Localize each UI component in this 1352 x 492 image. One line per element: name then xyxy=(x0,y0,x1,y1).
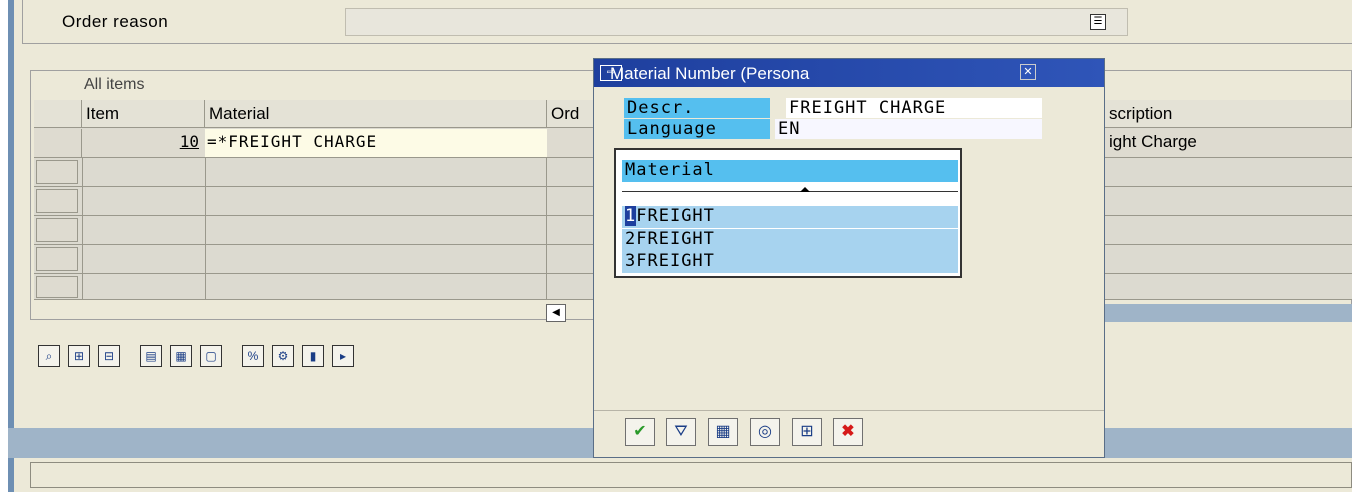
delete-row-icon[interactable]: ⊟ xyxy=(98,345,120,367)
pricing-icon[interactable]: % xyxy=(242,345,264,367)
row-selector[interactable] xyxy=(34,129,82,157)
language-value[interactable]: EN xyxy=(775,119,1042,139)
row-selector[interactable] xyxy=(36,276,78,298)
order-reason-label: Order reason xyxy=(62,12,169,31)
col-divider xyxy=(546,157,547,299)
hit-row-value: FREIGHT xyxy=(636,206,715,226)
display-icon[interactable]: ◎ xyxy=(750,418,780,446)
new-search-icon[interactable]: ▦ xyxy=(708,418,738,446)
find-icon[interactable]: ⊞ xyxy=(792,418,822,446)
hit-row-number: 2 xyxy=(625,229,637,249)
items-tab-title: All items xyxy=(84,76,145,93)
insert-row-icon[interactable]: ⊞ xyxy=(68,345,90,367)
item-number-cell[interactable]: 10 xyxy=(82,129,205,157)
filter-icon[interactable]: ⛛ xyxy=(666,418,696,446)
order-reason-field[interactable] xyxy=(345,8,1128,36)
column-header-description[interactable]: scription xyxy=(1105,100,1352,128)
hit-row[interactable]: 1FREIGHT xyxy=(622,206,958,228)
select-all-cell[interactable] xyxy=(34,100,82,128)
chart-icon[interactable]: ▮ xyxy=(302,345,324,367)
column-header-order-qty[interactable]: Ord xyxy=(547,100,595,128)
deselect-all-icon[interactable]: ▢ xyxy=(200,345,222,367)
sort-ascending-icon[interactable] xyxy=(622,186,958,198)
cancel-icon[interactable]: ✖ xyxy=(833,418,863,446)
column-header-material[interactable]: Material xyxy=(205,100,547,128)
horizontal-scrollbar[interactable] xyxy=(1105,304,1352,322)
more-icon[interactable]: ▸ xyxy=(332,345,354,367)
column-header-item[interactable]: Item xyxy=(82,100,205,128)
select-block-icon[interactable]: ▦ xyxy=(170,345,192,367)
col-divider xyxy=(205,157,206,299)
check-icon[interactable]: ✔ xyxy=(625,418,655,446)
descr-value[interactable]: FREIGHT CHARGE xyxy=(786,98,1042,118)
hit-list-column-header[interactable]: Material xyxy=(622,160,958,182)
dropdown-list-icon[interactable]: ☰ xyxy=(1090,14,1106,30)
descr-label: Descr. xyxy=(624,98,770,118)
status-bar xyxy=(30,462,1352,488)
scroll-left-icon[interactable]: ◀ xyxy=(546,304,566,322)
row-selector[interactable] xyxy=(36,218,78,242)
material-input[interactable]: =*FREIGHT CHARGE xyxy=(205,129,547,157)
hit-row-number: 3 xyxy=(625,251,637,271)
language-label: Language xyxy=(624,119,770,139)
hit-row[interactable]: 2FREIGHT xyxy=(622,229,958,251)
dialog-title: Material Number (Persona xyxy=(610,64,810,83)
hit-row-number: 1 xyxy=(625,206,637,226)
col-divider xyxy=(82,157,83,299)
hit-row[interactable]: 3FREIGHT xyxy=(622,251,958,273)
row-selector[interactable] xyxy=(36,247,78,271)
description-cell: ight Charge xyxy=(1105,129,1352,157)
hit-row-value: FREIGHT xyxy=(636,229,715,249)
config-icon[interactable]: ⚙ xyxy=(272,345,294,367)
select-all-icon[interactable]: ▤ xyxy=(140,345,162,367)
order-qty-cell[interactable] xyxy=(547,129,595,157)
hit-row-value: FREIGHT xyxy=(636,251,715,271)
close-icon[interactable]: ✕ xyxy=(1020,64,1036,80)
row-selector[interactable] xyxy=(36,160,78,184)
details-icon[interactable]: ⌕ xyxy=(38,345,60,367)
row-selector[interactable] xyxy=(36,189,78,213)
left-border xyxy=(8,0,14,492)
